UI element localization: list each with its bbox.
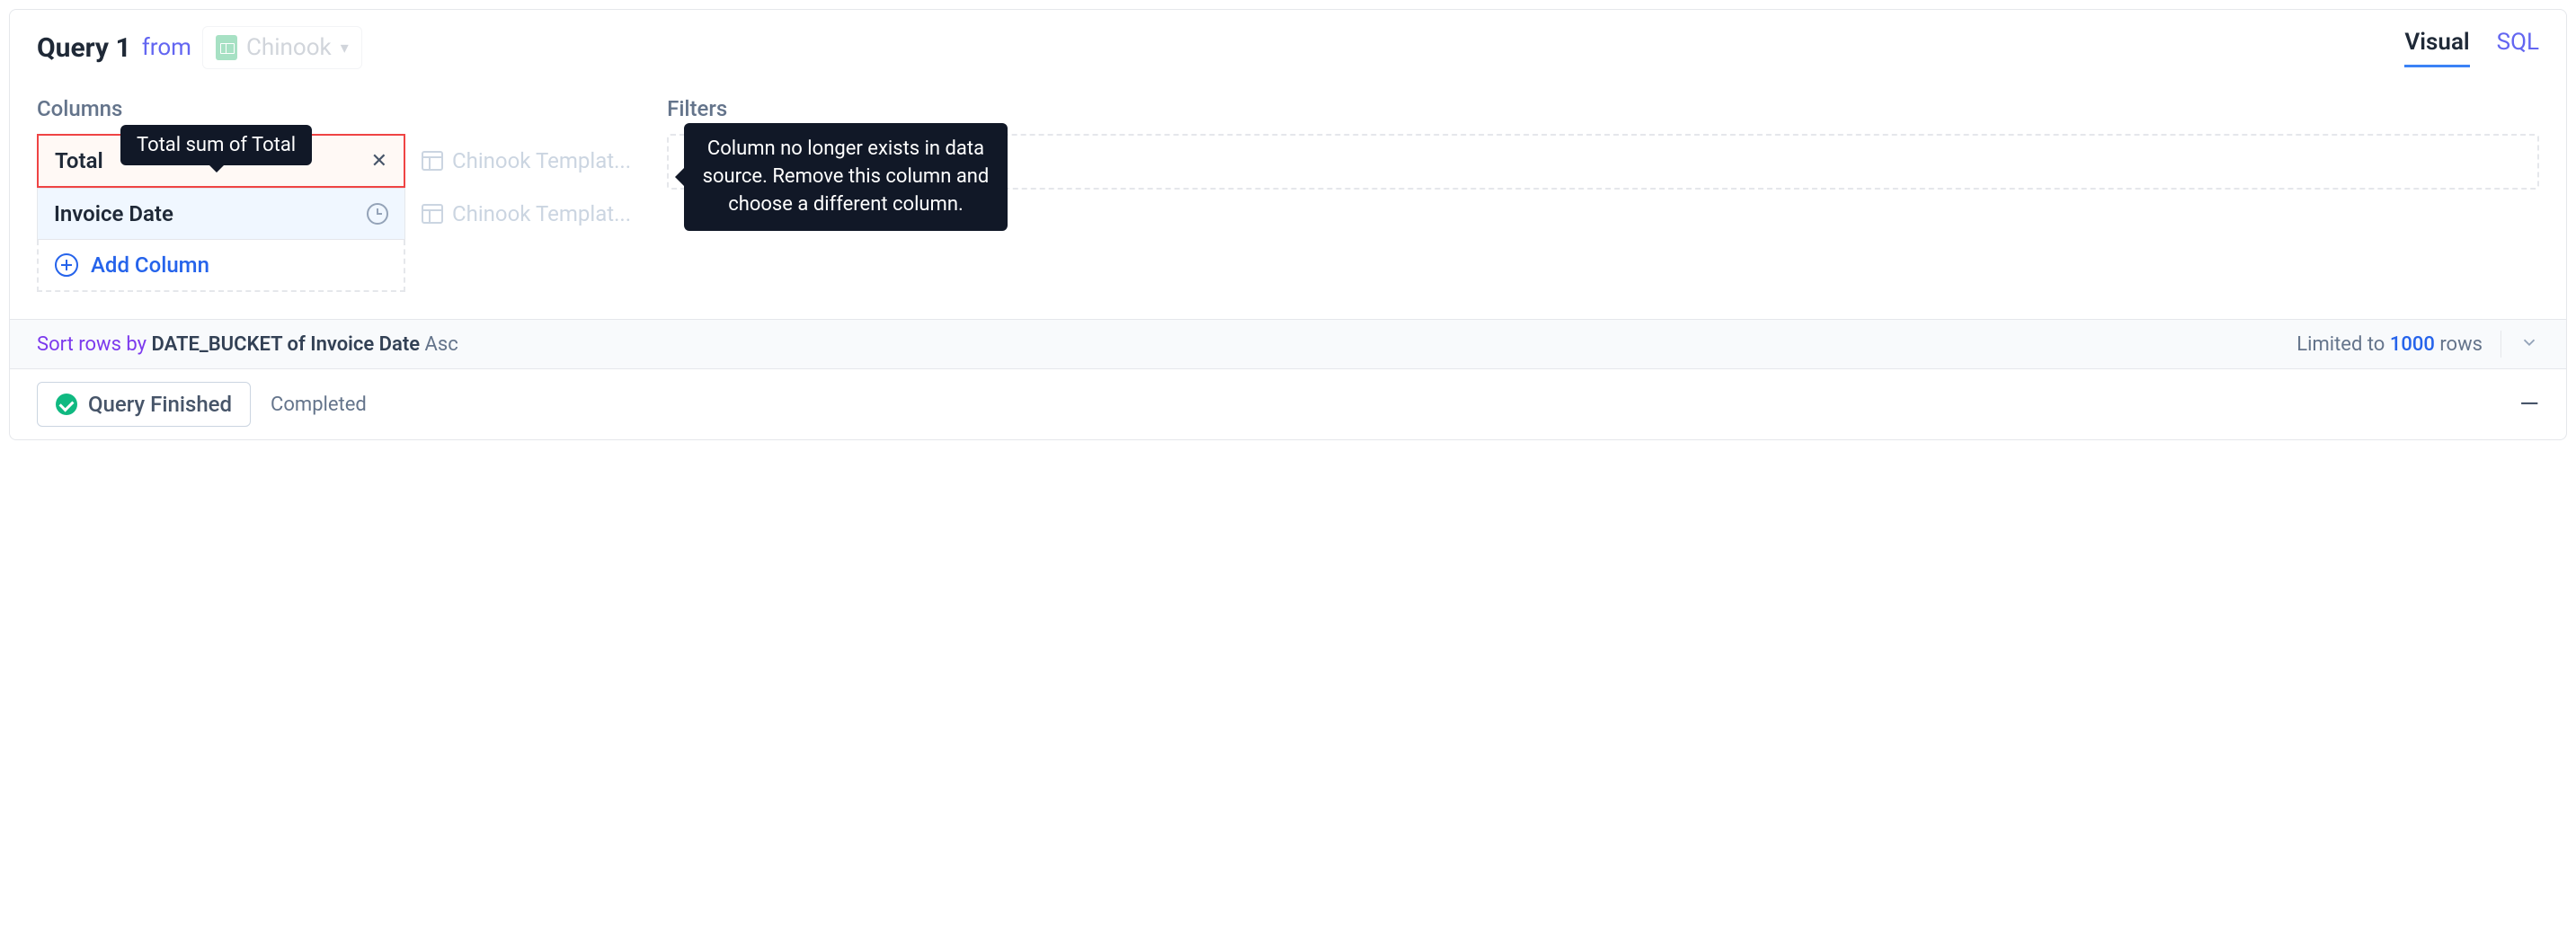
status-badge-label: Query Finished xyxy=(88,392,232,417)
tab-visual[interactable]: Visual xyxy=(2404,29,2469,67)
query-header: Query 1 from Chinook ▾ Visual SQL xyxy=(10,10,2566,78)
column-item-invoice-date[interactable]: Invoice Date xyxy=(37,188,405,240)
add-column-button[interactable]: Add Column xyxy=(37,240,405,292)
header-left: Query 1 from Chinook ▾ xyxy=(37,26,362,69)
sort-value: DATE_BUCKET of Invoice Date xyxy=(152,333,421,356)
sort-right: Limited to 1000 rows xyxy=(2296,331,2539,358)
template-label: Chinook Templat... xyxy=(452,148,631,173)
check-circle-icon xyxy=(56,394,77,415)
status-text: Completed xyxy=(271,394,367,416)
columns-section: Columns Total sum of Total Column no lon… xyxy=(37,96,631,292)
query-content: Columns Total sum of Total Column no lon… xyxy=(10,78,2566,319)
query-builder-panel: Query 1 from Chinook ▾ Visual SQL Column… xyxy=(9,9,2567,440)
column-label: Invoice Date xyxy=(54,201,173,226)
filters-title: Filters xyxy=(667,96,2539,121)
close-icon[interactable]: ✕ xyxy=(371,150,387,173)
from-label: from xyxy=(142,34,191,61)
sort-bar: Sort rows by DATE_BUCKET of Invoice Date… xyxy=(10,319,2566,368)
sort-prefix: Sort rows by xyxy=(37,333,147,356)
sort-direction: Asc xyxy=(425,333,458,356)
columns-list: Total sum of Total Column no longer exis… xyxy=(37,134,631,292)
columns-title: Columns xyxy=(37,96,631,121)
query-title: Query 1 xyxy=(37,32,131,64)
query-status-badge[interactable]: Query Finished xyxy=(37,382,251,427)
minimize-icon[interactable]: — xyxy=(2519,392,2539,417)
limit-count: 1000 xyxy=(2390,333,2435,356)
column-row: Invoice Date Chinook Templat... xyxy=(37,188,631,240)
template-link[interactable]: Chinook Templat... xyxy=(422,201,631,226)
status-left: Query Finished Completed xyxy=(37,382,367,427)
row-limit[interactable]: Limited to 1000 rows xyxy=(2296,333,2483,356)
add-column-label: Add Column xyxy=(91,252,209,278)
chevron-down-icon: ▾ xyxy=(341,39,349,58)
view-tabs: Visual SQL xyxy=(2404,29,2539,67)
clock-icon xyxy=(367,203,388,225)
datasource-name: Chinook xyxy=(246,34,332,61)
table-icon xyxy=(422,204,443,224)
error-tooltip: Column no longer exists in data source. … xyxy=(684,123,1008,231)
column-label: Total xyxy=(55,148,103,173)
template-label: Chinook Templat... xyxy=(452,201,631,226)
column-tooltip: Total sum of Total xyxy=(120,125,312,165)
limit-suffix: rows xyxy=(2439,333,2483,356)
plus-circle-icon xyxy=(55,253,78,277)
template-link[interactable]: Chinook Templat... xyxy=(422,148,631,173)
spreadsheet-icon xyxy=(216,35,237,60)
chevron-down-icon[interactable] xyxy=(2519,332,2539,356)
limit-prefix: Limited to xyxy=(2296,333,2385,356)
sort-description[interactable]: Sort rows by DATE_BUCKET of Invoice Date… xyxy=(37,333,458,356)
divider xyxy=(2500,331,2501,358)
status-bar: Query Finished Completed — xyxy=(10,368,2566,439)
tab-sql[interactable]: SQL xyxy=(2497,29,2539,67)
table-icon xyxy=(422,151,443,171)
datasource-selector[interactable]: Chinook ▾ xyxy=(202,26,362,69)
